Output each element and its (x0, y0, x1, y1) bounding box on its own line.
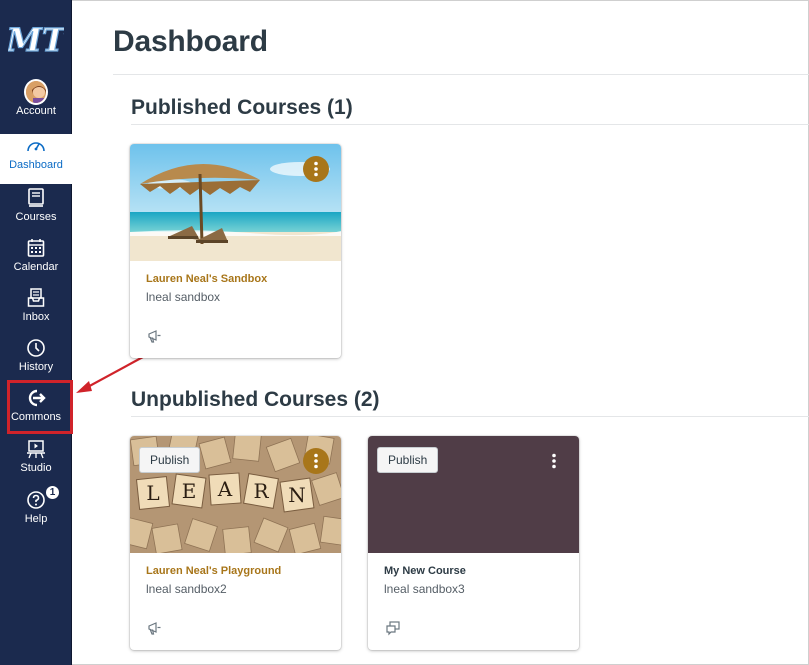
svg-text:N: N (288, 483, 306, 507)
course-name-link[interactable]: Lauren Neal's Sandbox (146, 273, 267, 285)
calendar-icon (24, 236, 48, 260)
publish-button[interactable]: Publish (139, 447, 201, 473)
svg-text:E: E (182, 479, 197, 503)
published-divider (131, 124, 809, 125)
commons-highlight-box (7, 380, 73, 434)
course-options-button[interactable] (303, 448, 329, 474)
announcements-icon[interactable] (147, 620, 163, 636)
course-card-my-new-course[interactable]: Publish My New Course lneal sandbox3 (368, 436, 579, 650)
published-courses-heading: Published Courses (1) (131, 96, 353, 119)
nav-label: Inbox (22, 311, 50, 323)
svg-text:MT: MT (8, 21, 64, 59)
kebab-menu-icon (552, 453, 556, 469)
inbox-icon (24, 286, 48, 310)
discussions-icon[interactable] (385, 620, 401, 636)
nav-label: Studio (20, 462, 52, 474)
page-title: Dashboard (113, 25, 268, 58)
nav-label: Dashboard (9, 159, 63, 171)
publish-button[interactable]: Publish (377, 447, 439, 473)
course-name-link[interactable]: Lauren Neal's Playground (146, 565, 281, 577)
svg-text:L: L (146, 481, 159, 505)
nav-item-calendar[interactable]: Calendar (0, 236, 72, 286)
nav-item-inbox[interactable]: Inbox (0, 286, 72, 336)
nav-item-studio[interactable]: Studio (0, 437, 72, 487)
nav-item-help[interactable]: Help (0, 488, 72, 538)
studio-icon (24, 437, 48, 461)
unpublished-courses-heading: Unpublished Courses (2) (131, 388, 380, 411)
nav-item-history[interactable]: History (0, 336, 72, 386)
kebab-menu-icon (314, 453, 318, 469)
course-code: lneal sandbox (146, 290, 221, 304)
logo[interactable]: MT (0, 6, 72, 74)
course-options-button[interactable] (303, 156, 329, 182)
nav-item-account[interactable]: Account (0, 79, 72, 130)
nav-item-dashboard[interactable]: Dashboard (0, 134, 72, 184)
course-name-link[interactable]: My New Course (384, 565, 466, 577)
title-divider (113, 74, 809, 75)
course-code: lneal sandbox2 (146, 582, 227, 596)
help-notification-badge: 1 (45, 485, 60, 500)
nav-label: Calendar (13, 261, 59, 273)
unpublished-divider (131, 416, 809, 417)
course-card-sandbox[interactable]: Lauren Neal's Sandbox lneal sandbox (130, 144, 341, 358)
nav-item-courses[interactable]: Courses (0, 186, 72, 236)
nav-label: Courses (15, 211, 57, 223)
kebab-menu-icon (314, 161, 318, 177)
avatar (24, 79, 48, 105)
clock-icon (24, 336, 48, 360)
svg-text:A: A (217, 477, 233, 501)
svg-text:R: R (253, 479, 269, 503)
speedometer-icon (24, 134, 48, 158)
mt-logo-icon: MT (8, 20, 64, 59)
nav-label: Account (16, 105, 56, 117)
course-card-playground[interactable]: LEARN Publish Lauren Neal's Playground l… (130, 436, 341, 650)
user-avatar-icon (26, 81, 46, 103)
course-code: lneal sandbox3 (384, 582, 465, 596)
courses-icon (24, 186, 48, 210)
nav-label: Help (24, 513, 48, 525)
announcements-icon[interactable] (147, 328, 163, 344)
nav-label: History (18, 361, 54, 373)
course-options-button[interactable] (541, 448, 567, 474)
global-navigation: MT Account Dashboard Courses Calendar In… (0, 0, 72, 665)
